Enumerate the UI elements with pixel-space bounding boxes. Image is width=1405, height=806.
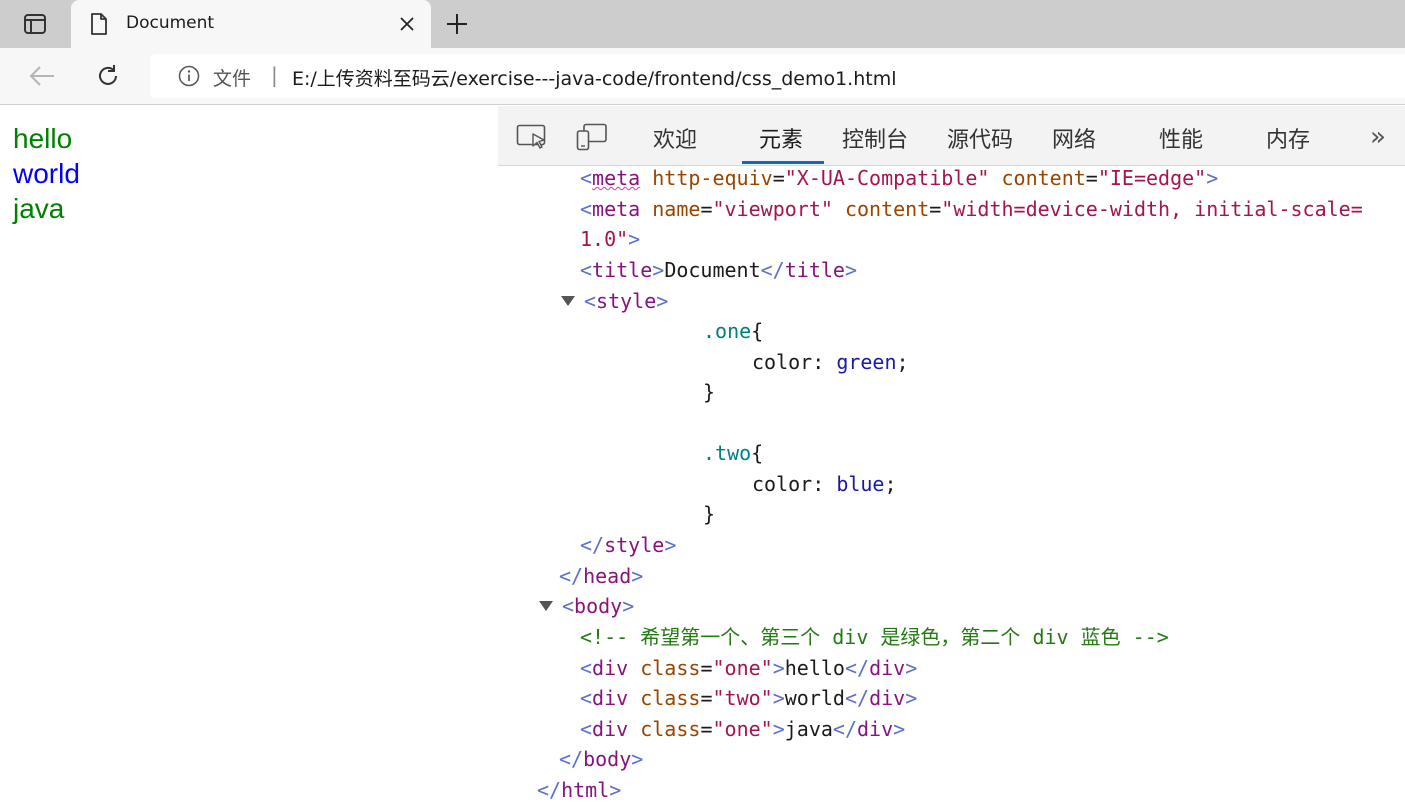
- dom-node-meta-viewport[interactable]: <meta name="viewport" content="width=dev…: [580, 194, 1363, 224]
- devtools-panel: 欢迎 元素 控制台 源代码 网络 性能 内存 » <meta http-equi…: [498, 106, 1405, 806]
- devtools-tab-elements[interactable]: 元素: [759, 122, 803, 154]
- info-icon[interactable]: [178, 65, 200, 87]
- address-separator: |: [271, 63, 278, 87]
- dom-node-title[interactable]: <title>Document</title>: [580, 255, 857, 285]
- dom-tree: <meta http-equiv="X-UA-Compatible" conte…: [498, 166, 1405, 806]
- dom-node-meta-compat[interactable]: <meta http-equiv="X-UA-Compatible" conte…: [580, 163, 1218, 193]
- devtools-toolbar: 欢迎 元素 控制台 源代码 网络 性能 内存 »: [498, 106, 1405, 166]
- dom-node-comment[interactable]: <!-- 希望第一个、第三个 div 是绿色，第二个 div 蓝色 -->: [580, 622, 1169, 652]
- dom-node-body-close: </body>: [559, 747, 644, 771]
- reload-icon[interactable]: [94, 62, 122, 90]
- browser-toolbar: 文件 | E:/上传资料至码云/exercise---java-code/fro…: [0, 48, 1405, 105]
- close-icon[interactable]: [397, 14, 417, 34]
- devtools-tab-console[interactable]: 控制台: [842, 122, 908, 154]
- page-text-hello: hello: [13, 123, 73, 154]
- expand-triangle-icon[interactable]: [561, 296, 575, 306]
- more-tabs-icon[interactable]: »: [1370, 122, 1386, 152]
- tab-actions-icon[interactable]: [22, 12, 48, 36]
- dom-node-style-close: </style>: [580, 533, 677, 557]
- page-text-java: java: [13, 193, 65, 224]
- url-text[interactable]: E:/上传资料至码云/exercise---java-code/frontend…: [292, 64, 897, 91]
- dom-node-div-two[interactable]: <div class="two">world</div>: [580, 683, 917, 713]
- css-rule-two-decl: color: blue;: [752, 472, 897, 496]
- dom-node-head-close: </head>: [559, 564, 644, 588]
- devtools-tab-memory[interactable]: 内存: [1266, 122, 1310, 154]
- dom-node-div-three[interactable]: <div class="one">java</div>: [580, 714, 905, 744]
- css-rule-two-close: }: [703, 502, 716, 526]
- css-rule-one-selector: .one{: [703, 319, 764, 343]
- devtools-tab-performance[interactable]: 性能: [1159, 122, 1203, 154]
- document-icon: [89, 13, 109, 35]
- page-text-world: world: [13, 158, 80, 189]
- tab-title: Document: [126, 13, 215, 33]
- dom-node-div-one[interactable]: <div class="one">hello</div>: [580, 653, 917, 683]
- plus-icon[interactable]: [444, 11, 470, 37]
- page-viewport: hello world java: [0, 106, 498, 806]
- expand-triangle-icon[interactable]: [539, 601, 553, 611]
- css-rule-one-close: }: [703, 380, 716, 404]
- back-arrow-icon[interactable]: [28, 62, 56, 90]
- dom-node-style[interactable]: <style>: [584, 286, 668, 316]
- devtools-tab-welcome[interactable]: 欢迎: [653, 122, 697, 154]
- tab-strip: Document: [0, 0, 1405, 48]
- device-emulation-icon[interactable]: [574, 122, 610, 152]
- site-info-label: 文件: [213, 68, 252, 90]
- inspect-icon[interactable]: [514, 122, 550, 152]
- devtools-tab-network[interactable]: 网络: [1052, 122, 1096, 154]
- devtools-tab-sources[interactable]: 源代码: [947, 122, 1013, 154]
- browser-tab[interactable]: Document: [71, 0, 431, 48]
- css-rule-two-selector: .two{: [703, 441, 764, 465]
- css-rule-one-decl: color: green;: [752, 350, 909, 374]
- dom-node-html-close: </html>: [537, 778, 622, 802]
- dom-node-meta-viewport-wrap: 1.0">: [580, 227, 641, 251]
- dom-node-body[interactable]: <body>: [562, 591, 634, 621]
- address-bar[interactable]: 文件 | E:/上传资料至码云/exercise---java-code/fro…: [150, 54, 1405, 98]
